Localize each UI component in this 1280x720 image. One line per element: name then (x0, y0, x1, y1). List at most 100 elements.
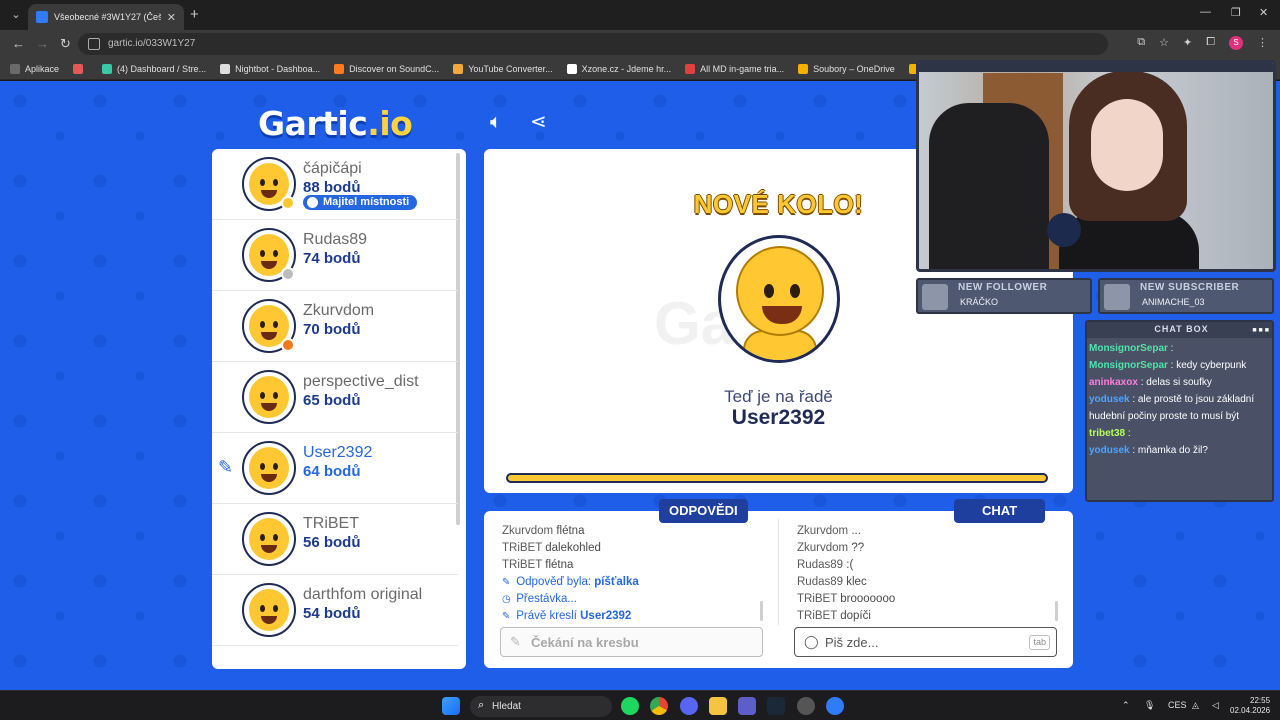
player-name: darthfom original (303, 586, 423, 603)
player-name: Zkurvdom (303, 302, 375, 319)
room-owner-badge: Majitel místnosti (303, 195, 418, 210)
player-score: 70 bodů (303, 321, 361, 338)
extension-icon[interactable]: ✦ (1183, 36, 1192, 50)
obs-icon[interactable] (797, 697, 815, 715)
clock-icon: ◷ (502, 594, 511, 605)
answer-message: ◷ Přestávka... (502, 593, 577, 605)
extensions-puzzle-icon[interactable]: ⧠ (1206, 36, 1215, 50)
stream-chat-line: MonsignorSepar : (1089, 343, 1174, 354)
taskbar-search-label: Hledat (492, 701, 521, 712)
follower-name: KRÁČKO (960, 297, 999, 307)
app-icon[interactable] (826, 697, 844, 715)
answers-scrollbar[interactable] (760, 601, 763, 621)
install-app-icon[interactable]: ⧉ (1137, 36, 1145, 50)
player-row[interactable]: TRiBET 56 bodů (212, 504, 458, 575)
new-tab-icon[interactable]: + (190, 6, 199, 24)
reload-icon[interactable]: ↻ (60, 36, 71, 52)
gartic-logo[interactable]: Gartic.io (258, 103, 413, 143)
tab-list-chevron-icon[interactable]: ⌄ (8, 7, 24, 23)
bookmark-item[interactable]: Discover on SoundC... (334, 63, 439, 74)
close-window-icon[interactable]: ✕ (1259, 6, 1268, 19)
chatbox-lines: MonsignorSepar : MonsignorSepar : kedy c… (1089, 340, 1272, 459)
player-list: čápičápi 88 bodů Majitel místnosti Rudas89 7… (212, 149, 466, 669)
bookmark-star-icon[interactable]: ☆ (1159, 36, 1169, 50)
answer-input[interactable]: ✎ Čekání na kresbu (500, 627, 763, 657)
chatbox-title: CHAT BOX (1154, 324, 1209, 334)
streamer-video (1059, 71, 1199, 269)
file-explorer-icon[interactable] (709, 697, 727, 715)
chat-list: Zkurvdom ... Zkurvdom ?? Rudas89 :(Rudas89… (797, 525, 1047, 625)
teams-icon[interactable] (738, 697, 756, 715)
mic-tray-icon[interactable]: 🎙︎ (1144, 700, 1155, 711)
spotify-icon[interactable] (621, 697, 639, 715)
drawer-avatar (718, 235, 840, 363)
bookmark-item[interactable]: Nightbot - Dashboa... (220, 63, 320, 74)
bookmark-item[interactable]: (4) Dashboard / Stre... (102, 63, 206, 74)
bookmark-item[interactable]: Aplikace (10, 63, 60, 74)
bookmark-favicon-icon (334, 63, 345, 74)
chat-message: TRiBET dopíči (797, 610, 871, 622)
back-icon[interactable]: ← (12, 36, 25, 52)
forward-icon[interactable]: → (36, 36, 49, 52)
player-score: 64 bodů (303, 463, 361, 480)
close-tab-icon[interactable]: ✕ (167, 11, 176, 24)
bookmark-label: Soubory – OneDrive (813, 63, 895, 74)
chat-input[interactable]: ◯ Piš zde... tab (794, 627, 1057, 657)
taskbar-search[interactable]: ⌕ Hledat (470, 696, 612, 717)
new-subscriber-alert: NEW SUBSCRIBER ANIMACHE_03 (1098, 278, 1274, 314)
bookmark-item[interactable]: YouTube Converter... (453, 63, 553, 74)
profile-avatar[interactable]: S (1229, 36, 1243, 50)
network-icon[interactable]: ◬ (1192, 700, 1199, 711)
follower-title: NEW FOLLOWER (958, 282, 1048, 293)
player-row[interactable]: čápičápi 88 bodů Majitel místnosti (212, 149, 458, 220)
language-indicator[interactable]: CES (1168, 700, 1187, 710)
subscriber-icon (1104, 284, 1130, 310)
player-row[interactable]: darthfom original 54 bodů (212, 575, 458, 646)
start-icon[interactable] (442, 697, 460, 715)
restore-icon[interactable]: ❐ (1231, 6, 1241, 19)
tab-key-hint: tab (1029, 635, 1050, 650)
player-name: perspective_dist (303, 373, 419, 390)
tray-chevron-icon[interactable]: ⌃ (1122, 700, 1130, 711)
share-icon[interactable]: ⋖ (530, 111, 547, 133)
tab-chat[interactable]: CHAT (954, 499, 1046, 523)
answer-input-placeholder: Čekání na kresbu (531, 635, 639, 650)
player-row[interactable]: perspective_dist 65 bodů (212, 362, 458, 433)
player-row[interactable]: Rudas89 74 bodů (212, 220, 458, 291)
answer-message: TRiBET dalekohled (502, 542, 601, 554)
search-icon: ⌕ (478, 699, 485, 711)
answer-message: ✎ Odpověď byla: píšťalka (502, 576, 639, 588)
address-bar: ← → ↻ gartic.io/033W1Y27 ⧉ ☆ ✦ ⧠ S ⋮ (0, 30, 1280, 58)
bookmark-label: Aplikace (25, 63, 60, 74)
menu-icon[interactable]: ⋮ (1257, 36, 1268, 50)
windows-taskbar: ⌕ Hledat ⌃ 🎙︎ CES ◬ ◁ 22:55 02.04.2026 (0, 690, 1280, 720)
url-field[interactable]: gartic.io/033W1Y27 (78, 33, 1108, 55)
chat-scrollbar[interactable] (1055, 601, 1058, 621)
tab-title: Všeobecné #3W1Y27 (Čeština) (54, 12, 161, 22)
bookmark-favicon-icon (73, 63, 84, 74)
bookmark-item[interactable] (73, 63, 88, 74)
volume-icon[interactable]: ◁ (1212, 700, 1219, 711)
clock[interactable]: 22:55 02.04.2026 (1230, 696, 1270, 716)
player-row[interactable]: ✎ User2392 64 bodů (212, 433, 458, 504)
sound-icon[interactable]: 🔈︎ (490, 111, 502, 133)
player-avatar (242, 370, 296, 424)
bookmark-item[interactable]: Soubory – OneDrive (798, 63, 895, 74)
player-score: 54 bodů (303, 605, 361, 622)
subscriber-title: NEW SUBSCRIBER (1140, 282, 1240, 293)
microphone-icon (1047, 213, 1081, 247)
browser-tab[interactable]: Všeobecné #3W1Y27 (Čeština) ✕ (28, 4, 184, 30)
bookmark-favicon-icon (10, 63, 20, 74)
chrome-icon[interactable] (650, 697, 668, 715)
minimize-icon[interactable]: — (1200, 6, 1211, 18)
steam-icon[interactable] (767, 697, 785, 715)
tab-answers[interactable]: ODPOVĚDI (659, 499, 748, 523)
discord-icon[interactable] (680, 697, 698, 715)
player-row[interactable]: Zkurvdom 70 bodů (212, 291, 458, 362)
bookmark-item[interactable]: All MD in-game tria... (685, 63, 784, 74)
site-info-icon[interactable] (88, 38, 100, 50)
url-text: gartic.io/033W1Y27 (108, 38, 196, 49)
bookmark-item[interactable]: Xzone.cz - Jdeme hr... (566, 63, 671, 74)
turn-user: User2392 (731, 406, 826, 429)
turn-text: Teď je na řadě (724, 387, 833, 406)
